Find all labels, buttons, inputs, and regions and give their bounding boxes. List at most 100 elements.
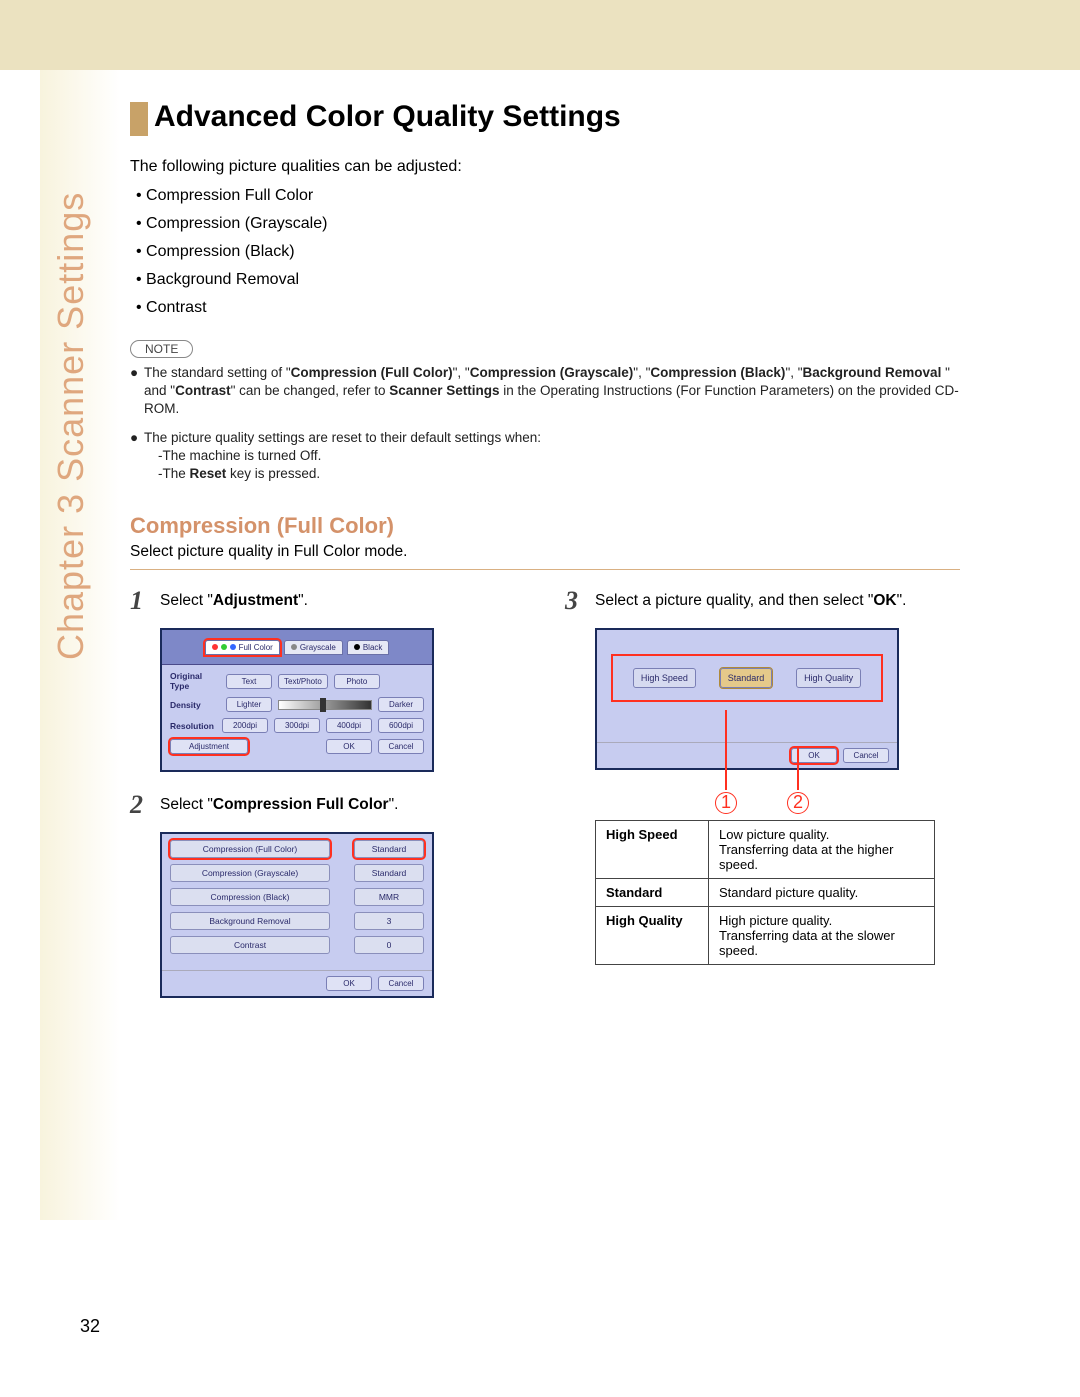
step-2: 2 Select "Compression Full Color".	[130, 792, 525, 818]
text-bold: OK	[873, 592, 896, 609]
page-title: Advanced Color Quality Settings	[130, 100, 960, 134]
density-slider[interactable]	[278, 700, 372, 710]
step-number: 1	[130, 588, 160, 614]
standard-button[interactable]: Standard	[720, 668, 773, 688]
cancel-button[interactable]: Cancel	[843, 748, 889, 763]
orig-textphoto-button[interactable]: Text/Photo	[278, 674, 328, 689]
note-bold: Scanner Settings	[389, 383, 499, 398]
note-text: key is pressed.	[226, 466, 320, 481]
text-bold: Adjustment	[213, 592, 298, 609]
page-number: 32	[80, 1316, 100, 1337]
row-value: 3	[354, 912, 424, 930]
right-column: 3 Select a picture quality, and then sel…	[565, 588, 960, 1018]
step-3: 3 Select a picture quality, and then sel…	[565, 588, 960, 614]
note-sub: -The Reset key is pressed.	[158, 465, 541, 483]
intro-text: The following picture qualities can be a…	[130, 158, 960, 176]
title-tab-icon	[130, 102, 148, 136]
left-column: 1 Select "Adjustment". Full Color Graysc…	[130, 588, 525, 1018]
row-name: Compression (Grayscale)	[170, 864, 330, 882]
note-badge: NOTE	[130, 340, 193, 358]
text: ".	[389, 796, 399, 813]
step-text: Select "Compression Full Color".	[160, 792, 398, 818]
note-item-1: ● The standard setting of "Compression (…	[130, 364, 960, 419]
note-item-2: ● The picture quality settings are reset…	[130, 429, 960, 484]
callout-line	[725, 710, 727, 790]
note-bold: Background Removal	[803, 365, 942, 380]
darker-button[interactable]: Darker	[378, 697, 424, 712]
orig-photo-button[interactable]: Photo	[334, 674, 380, 689]
ok-button[interactable]: OK	[326, 976, 372, 991]
lighter-button[interactable]: Lighter	[226, 697, 272, 712]
step-number: 3	[565, 588, 595, 614]
list-row-contrast[interactable]: Contrast 0	[170, 936, 424, 954]
screenshot-quality-select: High Speed Standard High Quality OK Canc…	[595, 628, 899, 770]
text: Select a picture quality, and then selec…	[595, 592, 873, 609]
section-desc: Select picture quality in Full Color mod…	[130, 543, 960, 561]
note-sub: -The machine is turned Off.	[158, 447, 541, 465]
res-600-button[interactable]: 600dpi	[378, 718, 424, 733]
list-row-grayscale[interactable]: Compression (Grayscale) Standard	[170, 864, 424, 882]
row-label: Resolution	[170, 721, 216, 731]
callout-1-icon: 1	[715, 792, 737, 814]
table-head: High Quality	[596, 907, 709, 965]
divider	[130, 569, 960, 570]
screenshot-adjustment-panel: Full Color Grayscale Black Original Type…	[160, 628, 434, 772]
table-cell: High picture quality. Transferring data …	[709, 907, 935, 965]
tab-full-color[interactable]: Full Color	[205, 640, 280, 655]
list-row-full-color[interactable]: Compression (Full Color) Standard	[170, 840, 424, 858]
row-name: Compression (Black)	[170, 888, 330, 906]
callout-line	[797, 748, 799, 790]
section-title: Compression (Full Color)	[130, 513, 960, 539]
quality-table: High Speed Low picture quality. Transfer…	[595, 820, 935, 965]
res-200-button[interactable]: 200dpi	[222, 718, 268, 733]
note-bold: Compression (Black)	[650, 365, 785, 380]
tab-black[interactable]: Black	[347, 640, 390, 655]
res-400-button[interactable]: 400dpi	[326, 718, 372, 733]
row-label: Density	[170, 700, 220, 710]
row-value: MMR	[354, 888, 424, 906]
note-text: The standard setting of "	[144, 365, 291, 380]
panel-body: Original Type Text Text/Photo Photo Dens…	[162, 665, 432, 770]
note-bold: Compression (Grayscale)	[470, 365, 634, 380]
note-text: ", "	[785, 365, 802, 380]
quality-item: Compression Full Color	[136, 182, 960, 210]
note-bold: Compression (Full Color)	[291, 365, 453, 380]
panel-body: High Speed Standard High Quality	[597, 630, 897, 742]
table-head: High Speed	[596, 821, 709, 879]
note-text: ", "	[633, 365, 650, 380]
text-bold: Compression Full Color	[213, 796, 389, 813]
list-row-bg-removal[interactable]: Background Removal 3	[170, 912, 424, 930]
panel-footer: OK Cancel	[597, 742, 897, 768]
table-head: Standard	[596, 879, 709, 907]
panel-footer: OK Cancel	[162, 970, 432, 996]
step-text: Select a picture quality, and then selec…	[595, 588, 906, 614]
row-value: Standard	[354, 864, 424, 882]
quality-item: Contrast	[136, 294, 960, 322]
ok-button[interactable]: OK	[326, 739, 372, 754]
note-text: " can be changed, refer to	[231, 383, 390, 398]
high-quality-button[interactable]: High Quality	[796, 668, 861, 688]
cancel-button[interactable]: Cancel	[378, 739, 424, 754]
content-area: Advanced Color Quality Settings The foll…	[130, 100, 960, 1018]
callouts: 1 2	[595, 790, 895, 820]
row-name: Contrast	[170, 936, 330, 954]
text: ".	[897, 592, 907, 609]
text: ".	[298, 592, 308, 609]
note-list: ● The standard setting of "Compression (…	[130, 364, 960, 483]
orig-text-button[interactable]: Text	[226, 674, 272, 689]
step-1: 1 Select "Adjustment".	[130, 588, 525, 614]
tab-grayscale[interactable]: Grayscale	[284, 640, 343, 655]
tab-label: Grayscale	[300, 643, 336, 652]
row-value: Standard	[354, 840, 424, 858]
quality-item: Compression (Grayscale)	[136, 210, 960, 238]
cancel-button[interactable]: Cancel	[378, 976, 424, 991]
chapter-label: Chapter 3 Scanner Settings	[50, 160, 110, 660]
row-name: Background Removal	[170, 912, 330, 930]
adjustment-button[interactable]: Adjustment	[170, 739, 248, 754]
top-band	[0, 0, 1080, 70]
high-speed-button[interactable]: High Speed	[633, 668, 696, 688]
qualities-list: Compression Full Color Compression (Gray…	[136, 182, 960, 322]
res-300-button[interactable]: 300dpi	[274, 718, 320, 733]
step-number: 2	[130, 792, 160, 818]
list-row-black[interactable]: Compression (Black) MMR	[170, 888, 424, 906]
